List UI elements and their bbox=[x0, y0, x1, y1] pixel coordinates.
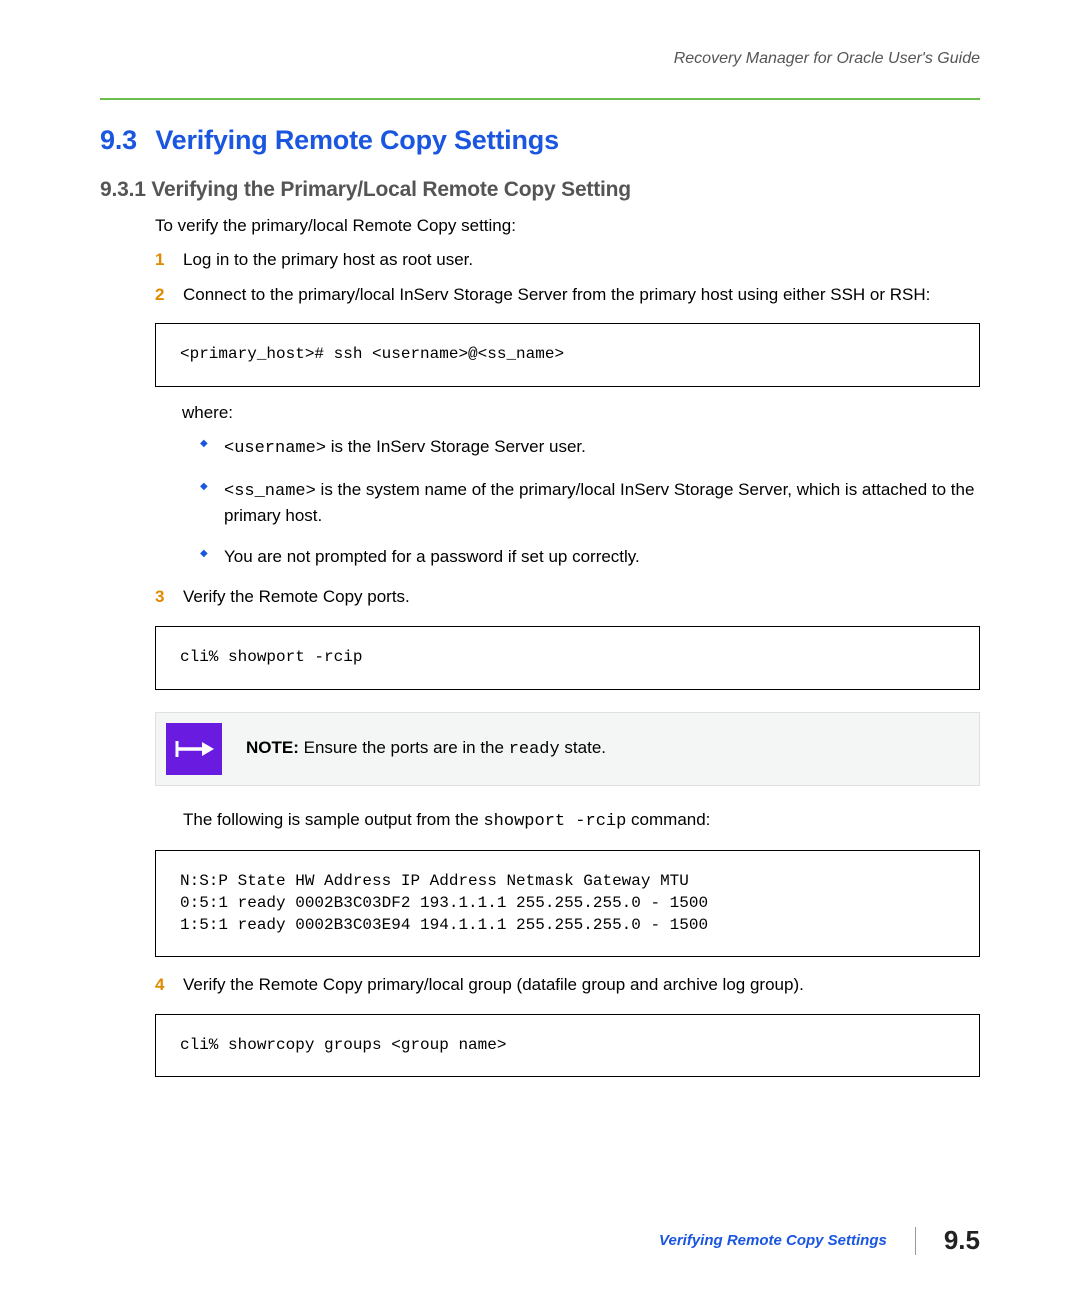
sample-code: showport -rcip bbox=[483, 812, 626, 831]
note-pre: Ensure the ports are in the bbox=[299, 738, 509, 757]
footer-page-number: 9.5 bbox=[944, 1225, 980, 1256]
step-text: Verify the Remote Copy ports. bbox=[183, 587, 410, 606]
step-item: 1 Log in to the primary host as root use… bbox=[155, 248, 980, 273]
code-block-ssh: <primary_host># ssh <username>@<ss_name> bbox=[155, 323, 980, 387]
where-item: <username> is the InServ Storage Server … bbox=[200, 435, 980, 462]
where-code: <ss_name> bbox=[224, 482, 316, 501]
sample-post: command: bbox=[626, 810, 710, 829]
section-number: 9.3 bbox=[100, 125, 148, 156]
section-heading: 9.3 Verifying Remote Copy Settings bbox=[100, 125, 980, 156]
note-text: NOTE: Ensure the ports are in the ready … bbox=[246, 738, 606, 759]
where-text: is the InServ Storage Server user. bbox=[326, 437, 586, 456]
section-title: Verifying Remote Copy Settings bbox=[155, 125, 559, 155]
where-text: You are not prompted for a password if s… bbox=[224, 547, 640, 566]
subsection-number: 9.3.1 bbox=[100, 178, 146, 201]
where-label: where: bbox=[182, 403, 980, 423]
step-text: Connect to the primary/local InServ Stor… bbox=[183, 285, 930, 304]
step-text: Verify the Remote Copy primary/local gro… bbox=[183, 975, 804, 994]
doc-header-title: Recovery Manager for Oracle User's Guide bbox=[100, 50, 980, 68]
note-code: ready bbox=[509, 740, 560, 759]
step-item: 3 Verify the Remote Copy ports. bbox=[155, 585, 980, 610]
step-number: 3 bbox=[155, 585, 164, 610]
code-block-showport: cli% showport -rcip bbox=[155, 626, 980, 690]
step-item: 4 Verify the Remote Copy primary/local g… bbox=[155, 973, 980, 998]
code-block-showport-output: N:S:P State HW Address IP Address Netmas… bbox=[155, 850, 980, 957]
sample-pre: The following is sample output from the bbox=[183, 810, 483, 829]
where-code: <username> bbox=[224, 439, 326, 458]
note-label: NOTE: bbox=[246, 738, 299, 757]
note-arrow-icon bbox=[166, 723, 222, 775]
code-block-showrcopy: cli% showrcopy groups <group name> bbox=[155, 1014, 980, 1078]
subsection-title: Verifying the Primary/Local Remote Copy … bbox=[151, 178, 631, 201]
step-text: Log in to the primary host as root user. bbox=[183, 250, 473, 269]
where-item: You are not prompted for a password if s… bbox=[200, 545, 980, 570]
sample-output-intro: The following is sample output from the … bbox=[183, 808, 980, 835]
step-number: 4 bbox=[155, 973, 164, 998]
header-rule bbox=[100, 98, 980, 100]
where-item: <ss_name> is the system name of the prim… bbox=[200, 478, 980, 529]
page-footer: Verifying Remote Copy Settings 9.5 bbox=[100, 1225, 980, 1256]
note-post: state. bbox=[560, 738, 606, 757]
note-block: NOTE: Ensure the ports are in the ready … bbox=[155, 712, 980, 786]
step-item: 2 Connect to the primary/local InServ St… bbox=[155, 283, 980, 308]
where-text: is the system name of the primary/local … bbox=[224, 480, 974, 526]
subsection-heading: 9.3.1 Verifying the Primary/Local Remote… bbox=[100, 178, 980, 202]
footer-section-title: Verifying Remote Copy Settings bbox=[659, 1232, 887, 1249]
step-number: 2 bbox=[155, 283, 164, 308]
intro-text: To verify the primary/local Remote Copy … bbox=[155, 216, 980, 236]
footer-divider bbox=[915, 1227, 916, 1255]
step-number: 1 bbox=[155, 248, 164, 273]
